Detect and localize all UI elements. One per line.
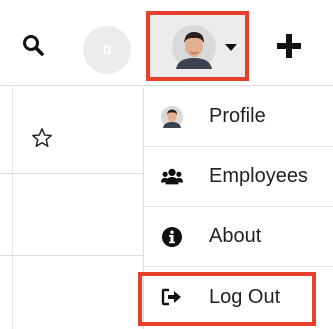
row-divider bbox=[0, 255, 143, 256]
menu-item-about[interactable]: About bbox=[144, 207, 333, 267]
user-avatar bbox=[172, 25, 216, 69]
search-icon[interactable] bbox=[22, 34, 44, 56]
users-icon bbox=[161, 168, 183, 185]
column-divider bbox=[12, 87, 13, 329]
user-dropdown-menu: Profile Employees About Log Out bbox=[143, 87, 333, 329]
user-menu-button[interactable] bbox=[146, 11, 249, 81]
user-avatar bbox=[161, 106, 183, 128]
star-outline-icon[interactable] bbox=[31, 127, 53, 149]
menu-item-label: Profile bbox=[209, 105, 266, 127]
menu-item-employees[interactable]: Employees bbox=[144, 147, 333, 207]
menu-item-label: Employees bbox=[209, 165, 308, 187]
menu-item-label: Log Out bbox=[209, 285, 281, 308]
info-circle-icon bbox=[162, 227, 182, 247]
sign-out-icon bbox=[161, 288, 181, 306]
menu-item-label: About bbox=[209, 225, 262, 247]
notification-count-badge[interactable]: 0 bbox=[83, 26, 131, 74]
menu-item-log-out[interactable]: Log Out bbox=[144, 267, 333, 327]
menu-item-profile[interactable]: Profile bbox=[144, 87, 333, 147]
record-list-panel bbox=[0, 87, 143, 329]
caret-down-icon bbox=[225, 44, 237, 51]
row-divider bbox=[0, 173, 143, 174]
plus-icon[interactable] bbox=[276, 33, 302, 59]
top-navigation-bar: 0 bbox=[0, 0, 333, 86]
